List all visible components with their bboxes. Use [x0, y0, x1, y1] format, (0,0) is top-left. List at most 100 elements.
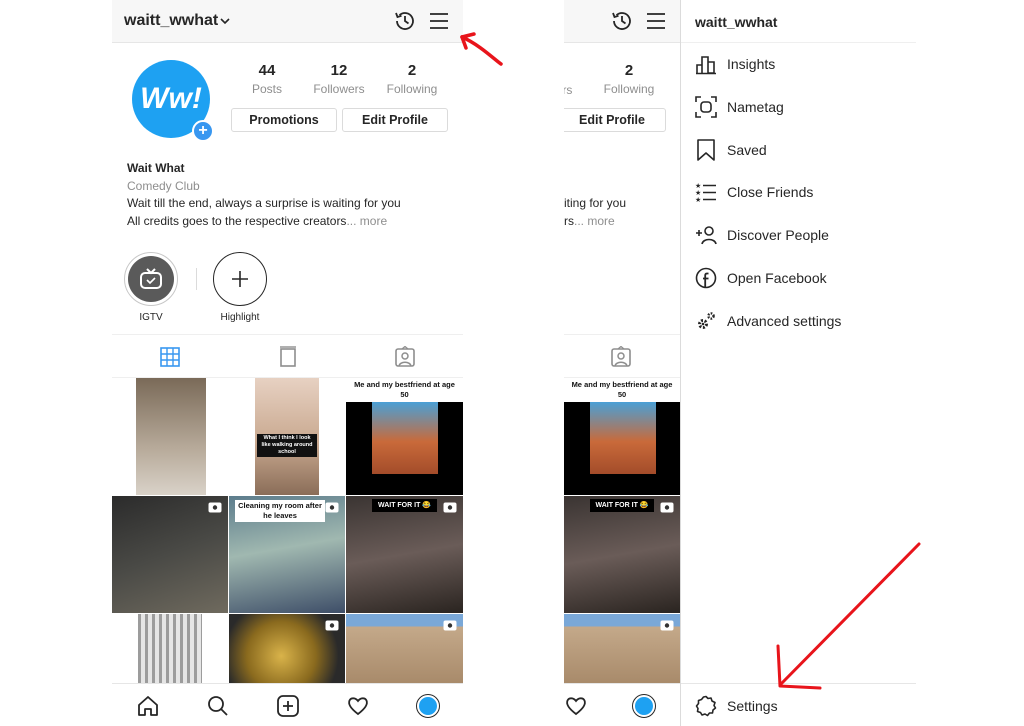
post-thumbnail[interactable]: What I think I look like walking around …: [229, 378, 345, 495]
profile-bio: Wait What Comedy Club Wait till the end,…: [127, 160, 401, 230]
menu-item-discover-people[interactable]: Discover People: [681, 215, 916, 255]
close-friends-icon: ★★★: [695, 182, 716, 203]
highlight-divider: [196, 268, 197, 290]
post-thumbnail[interactable]: WAIT FOR IT 😂: [346, 496, 463, 613]
saved-icon: [697, 139, 715, 161]
new-post-icon[interactable]: [276, 694, 300, 718]
video-camera-icon: [660, 502, 674, 513]
archive-icon[interactable]: [610, 9, 634, 33]
bio-more-link[interactable]: ... more: [574, 214, 615, 228]
facebook-icon: [695, 267, 717, 289]
post-thumbnail[interactable]: [229, 614, 345, 684]
advanced-settings-icon: [698, 312, 715, 329]
settings-gear-icon: [695, 695, 717, 717]
followers-count[interactable]: 12 Followers: [304, 62, 374, 96]
bio-line: rs: [564, 213, 574, 228]
menu-item-advanced-settings[interactable]: Advanced settings: [681, 301, 916, 341]
video-frame: [138, 614, 202, 684]
bio-line: iting for you: [564, 196, 627, 210]
edit-profile-button[interactable]: Edit Profile: [564, 108, 666, 132]
post-thumbnail[interactable]: Me and my bestfriend at age 50: [564, 378, 680, 495]
post-thumbnail[interactable]: [112, 614, 228, 684]
avatar-logo-text: Ww!: [140, 82, 202, 115]
post-thumbnail[interactable]: WAIT FOR IT 😂: [564, 496, 680, 613]
menu-item-insights[interactable]: Insights: [681, 44, 916, 84]
activity-heart-icon[interactable]: [564, 694, 588, 718]
tab-igtv[interactable]: [229, 335, 346, 378]
nametag-icon: [695, 96, 717, 118]
plus-icon: [232, 271, 248, 287]
bottom-navigation: [112, 683, 463, 726]
profile-tab-avatar[interactable]: [416, 694, 440, 718]
menu-item-label: Discover People: [727, 227, 829, 243]
avatar-thumb: [635, 697, 653, 715]
username-label: waitt_wwhat: [124, 12, 219, 29]
highlight-label: Highlight: [220, 312, 260, 323]
post-thumbnail[interactable]: [112, 496, 228, 613]
following-count[interactable]: 2 Following: [594, 62, 664, 96]
post-caption: Cleaning my room after he leaves: [235, 500, 325, 522]
video-camera-icon: [443, 620, 457, 631]
profile-screen: waitt_wwhat Ww! + 44 Posts 12 Followers …: [112, 0, 463, 726]
chevron-down-icon[interactable]: [220, 16, 230, 26]
video-frame: [136, 378, 206, 495]
profile-tabs: [112, 334, 463, 378]
profile-tab-avatar[interactable]: [632, 694, 656, 718]
menu-item-label: Open Facebook: [727, 270, 827, 286]
igtv-thumb: [128, 256, 174, 302]
highlight-label: IGTV: [139, 312, 163, 323]
following-count[interactable]: 2 Following: [377, 62, 447, 96]
settings-button[interactable]: Settings: [681, 683, 916, 726]
video-camera-icon: [325, 502, 339, 513]
post-thumbnail[interactable]: Me and my bestfriend at age 50: [346, 378, 463, 495]
hamburger-menu-icon[interactable]: [645, 11, 667, 31]
menu-item-label: Close Friends: [727, 184, 814, 200]
bio-line: Wait till the end, always a surprise is …: [127, 196, 401, 210]
tagged-icon: [395, 346, 415, 367]
new-highlight-button[interactable]: Highlight: [211, 252, 269, 323]
posts-count[interactable]: 44 Posts: [232, 62, 302, 96]
video-camera-icon: [660, 620, 674, 631]
video-frame: [372, 402, 438, 474]
post-thumbnail[interactable]: Cleaning my room after he leaves: [229, 496, 345, 613]
tagged-icon[interactable]: [610, 346, 632, 368]
post-thumbnail[interactable]: [346, 614, 463, 684]
bio-more-link[interactable]: ... more: [346, 214, 387, 228]
menu-item-label: Saved: [727, 142, 767, 158]
tab-grid[interactable]: [112, 335, 229, 378]
post-thumbnail[interactable]: [112, 378, 228, 495]
side-menu: waitt_wwhat Insights Nametag Saved ★ ★ ★ C…: [680, 0, 916, 726]
search-icon[interactable]: [206, 694, 230, 718]
stat-number: 44: [258, 62, 276, 79]
menu-item-close-friends[interactable]: ★ ★ ★ Close Friends: [681, 172, 916, 212]
video-camera-icon: [208, 502, 222, 513]
add-story-button[interactable]: +: [192, 120, 214, 142]
menu-item-nametag[interactable]: Nametag: [681, 87, 916, 127]
tab-tagged[interactable]: [346, 335, 463, 378]
menu-item-open-facebook[interactable]: Open Facebook: [681, 258, 916, 298]
stat-label: Followers: [313, 82, 365, 96]
profile-header: waitt_wwhat: [112, 0, 463, 43]
grid-icon: [160, 347, 180, 367]
post-caption: WAIT FOR IT 😂: [372, 499, 437, 512]
discover-people-icon: [696, 226, 717, 245]
stat-label: Posts: [251, 82, 282, 96]
arrowhead: [460, 32, 476, 50]
post-caption: WAIT FOR IT 😂: [590, 499, 654, 512]
edit-profile-button[interactable]: Edit Profile: [342, 108, 448, 132]
highlight-ring: [213, 252, 267, 306]
home-icon[interactable]: [136, 694, 160, 718]
username-switcher[interactable]: waitt_wwhat: [124, 12, 218, 30]
display-name: Wait What: [127, 161, 185, 175]
video-camera-icon: [325, 620, 339, 631]
hamburger-menu-icon[interactable]: [428, 11, 450, 31]
activity-heart-icon[interactable]: [346, 694, 370, 718]
stat-number: 12: [330, 62, 348, 79]
archive-icon[interactable]: [393, 9, 417, 33]
bio-line: All credits goes to the respective creat…: [127, 213, 347, 228]
video-frame: [590, 402, 656, 474]
menu-item-saved[interactable]: Saved: [681, 130, 916, 170]
post-thumbnail[interactable]: [564, 614, 680, 684]
highlight-igtv[interactable]: IGTV: [122, 252, 180, 323]
promotions-button[interactable]: Promotions: [231, 108, 337, 132]
